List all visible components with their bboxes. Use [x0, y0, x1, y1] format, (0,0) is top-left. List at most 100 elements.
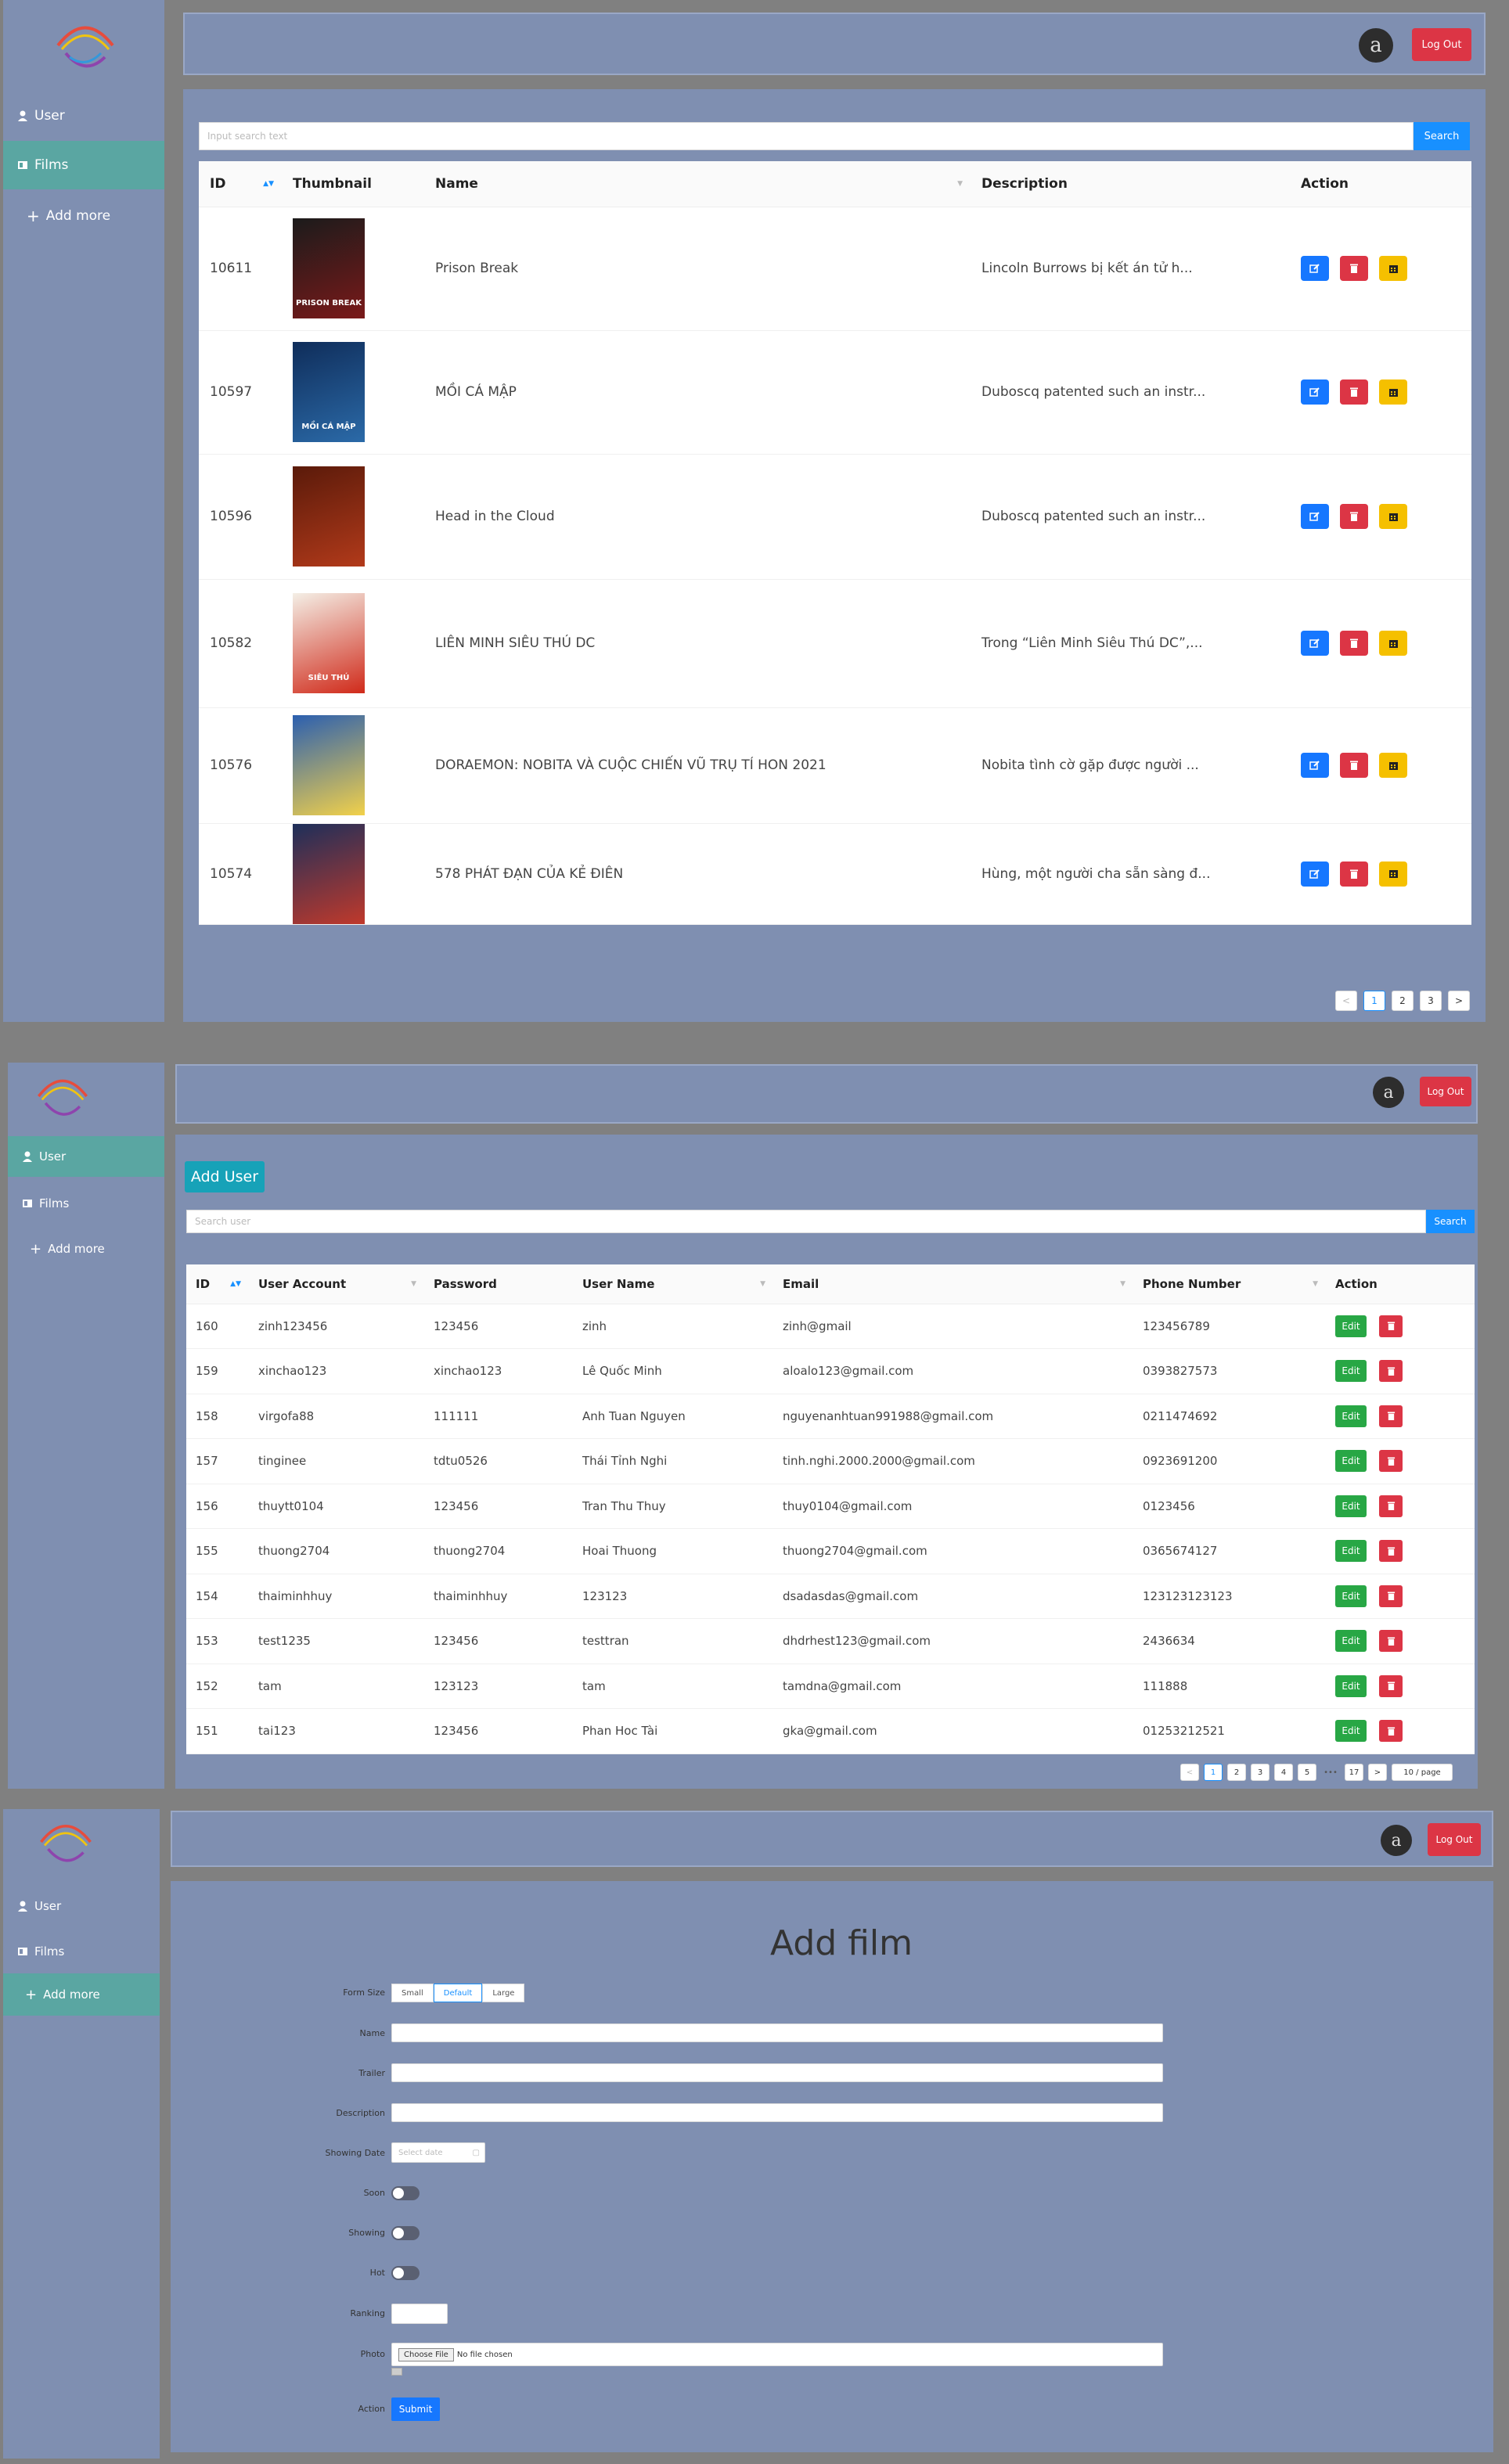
edit-button[interactable]: Edit	[1335, 1315, 1367, 1337]
jump-pages-button[interactable]: •••	[1321, 1764, 1340, 1781]
add-user-button[interactable]: Add User	[185, 1161, 265, 1192]
schedule-button[interactable]	[1379, 631, 1407, 656]
edit-button[interactable]	[1301, 753, 1329, 778]
edit-button[interactable]	[1301, 861, 1329, 887]
delete-button[interactable]	[1340, 504, 1368, 529]
film-poster[interactable]: SIÊU THÚ	[293, 593, 365, 693]
film-poster[interactable]	[293, 466, 365, 567]
sidebar-item-user[interactable]: User	[3, 1894, 160, 1919]
search-button[interactable]: Search	[1426, 1210, 1475, 1233]
delete-button[interactable]	[1340, 753, 1368, 778]
sidebar-item-films[interactable]: Films	[3, 1939, 160, 1964]
table-row[interactable]: 10597 MỒI CÁ MẬP MỒI CÁ MẬP Duboscq pate…	[199, 330, 1471, 455]
table-row[interactable]: 152 tam 123123 tam tamdna@gmail.com 1118…	[186, 1664, 1475, 1709]
delete-button[interactable]	[1379, 1674, 1403, 1697]
schedule-button[interactable]	[1379, 861, 1407, 887]
table-row[interactable]: 10574 578 PHÁT ĐẠN CỦA KẺ ĐIÊN Hùng, một…	[199, 823, 1471, 925]
schedule-button[interactable]	[1379, 753, 1407, 778]
trailer-field[interactable]	[391, 2063, 1163, 2082]
page-button[interactable]: 5	[1298, 1764, 1316, 1781]
table-row[interactable]: 153 test1235 123456 testtran dhdrhest123…	[186, 1618, 1475, 1664]
description-field[interactable]	[391, 2103, 1163, 2122]
delete-button[interactable]	[1379, 1720, 1403, 1743]
filter-icon[interactable]: ▼	[957, 180, 963, 188]
avatar[interactable]: a	[1359, 28, 1393, 63]
edit-button[interactable]	[1301, 631, 1329, 656]
delete-button[interactable]	[1340, 631, 1368, 656]
edit-button[interactable]: Edit	[1335, 1585, 1367, 1607]
sidebar-item-add-more[interactable]: + Add more	[3, 1973, 160, 2016]
logout-button[interactable]: Log Out	[1428, 1823, 1481, 1856]
name-field[interactable]	[391, 2023, 1163, 2042]
sort-icon[interactable]: ▲▼	[263, 180, 274, 188]
table-row[interactable]: 151 tai123 123456 Phan Hoc Tài gka@gmail…	[186, 1708, 1475, 1754]
delete-button[interactable]	[1379, 1585, 1403, 1607]
edit-button[interactable]: Edit	[1335, 1720, 1367, 1743]
delete-button[interactable]	[1379, 1405, 1403, 1427]
schedule-button[interactable]	[1379, 379, 1407, 405]
size-large-option[interactable]: Large	[482, 1984, 525, 2002]
avatar[interactable]: a	[1373, 1077, 1404, 1108]
next-page-button[interactable]: >	[1368, 1764, 1387, 1781]
choose-file-button[interactable]: Choose File	[398, 2347, 454, 2361]
film-poster[interactable]: MỒI CÁ MẬP	[293, 342, 365, 442]
film-poster[interactable]	[293, 715, 365, 815]
sidebar-item-films[interactable]: Films	[3, 141, 164, 189]
delete-button[interactable]	[1379, 1360, 1403, 1383]
page-button[interactable]: 3	[1251, 1764, 1270, 1781]
edit-button[interactable]	[1301, 256, 1329, 281]
table-row[interactable]: 10596 Head in the Cloud Duboscq patented…	[199, 454, 1471, 580]
sidebar-item-add-more[interactable]: + Add more	[3, 202, 164, 230]
delete-button[interactable]	[1379, 1315, 1403, 1337]
edit-button[interactable]: Edit	[1335, 1450, 1367, 1473]
table-row[interactable]: 158 virgofa88 111111 Anh Tuan Nguyen ngu…	[186, 1394, 1475, 1439]
prev-page-button[interactable]: <	[1180, 1764, 1199, 1781]
submit-button[interactable]: Submit	[391, 2397, 440, 2421]
column-header-name[interactable]: Name ▼	[424, 161, 971, 207]
page-button[interactable]: 2	[1227, 1764, 1246, 1781]
search-user-input[interactable]: Search user	[186, 1210, 1426, 1233]
edit-button[interactable]: Edit	[1335, 1630, 1367, 1653]
page-button[interactable]: 17	[1345, 1764, 1363, 1781]
ranking-stepper[interactable]	[391, 2304, 448, 2324]
schedule-button[interactable]	[1379, 504, 1407, 529]
logout-button[interactable]: Log Out	[1420, 1077, 1471, 1106]
film-poster[interactable]: PRISON BREAK	[293, 218, 365, 318]
table-row[interactable]: 10576 DORAEMON: NOBITA VÀ CUỘC CHIẾN VŨ …	[199, 707, 1471, 824]
delete-button[interactable]	[1340, 256, 1368, 281]
sidebar-item-user[interactable]: User	[3, 102, 164, 130]
table-row[interactable]: 160 zinh123456 123456 zinh zinh@gmail 12…	[186, 1304, 1475, 1349]
column-header-id[interactable]: ID ▲▼	[186, 1264, 249, 1304]
app-logo[interactable]	[27, 1814, 105, 1870]
edit-button[interactable]: Edit	[1335, 1674, 1367, 1697]
page-button[interactable]: 3	[1420, 991, 1442, 1011]
delete-button[interactable]	[1379, 1495, 1403, 1517]
table-row[interactable]: 154 thaiminhhuy thaiminhhuy 123123 dsada…	[186, 1574, 1475, 1619]
delete-button[interactable]	[1379, 1450, 1403, 1473]
column-header-phone[interactable]: Phone Number ▼	[1133, 1264, 1326, 1304]
delete-button[interactable]	[1379, 1540, 1403, 1563]
edit-button[interactable]	[1301, 379, 1329, 405]
page-button[interactable]: 4	[1274, 1764, 1293, 1781]
filter-icon[interactable]: ▼	[1120, 1280, 1125, 1288]
app-logo[interactable]	[23, 1069, 102, 1124]
size-small-option[interactable]: Small	[391, 1984, 434, 2002]
sidebar-item-films[interactable]: Films	[8, 1191, 164, 1216]
page-button[interactable]: 1	[1204, 1764, 1223, 1781]
column-header-username[interactable]: User Name ▼	[573, 1264, 773, 1304]
edit-button[interactable]: Edit	[1335, 1405, 1367, 1427]
app-logo[interactable]	[50, 14, 121, 77]
page-button[interactable]: 2	[1392, 991, 1414, 1011]
table-row[interactable]: 10582 SIÊU THÚ LIÊN MINH SIÊU THÚ DC Tro…	[199, 579, 1471, 708]
prev-page-button[interactable]: <	[1335, 991, 1357, 1011]
schedule-button[interactable]	[1379, 256, 1407, 281]
page-size-select[interactable]: 10 / page	[1392, 1764, 1453, 1781]
avatar[interactable]: a	[1381, 1825, 1412, 1856]
next-page-button[interactable]: >	[1448, 991, 1470, 1011]
logout-button[interactable]: Log Out	[1412, 28, 1471, 61]
photo-file-input[interactable]: Choose File No file chosen	[391, 2343, 1163, 2366]
edit-button[interactable]	[1301, 504, 1329, 529]
delete-button[interactable]	[1340, 861, 1368, 887]
search-input[interactable]: Input search text	[199, 122, 1414, 150]
showing-toggle[interactable]	[391, 2226, 420, 2240]
